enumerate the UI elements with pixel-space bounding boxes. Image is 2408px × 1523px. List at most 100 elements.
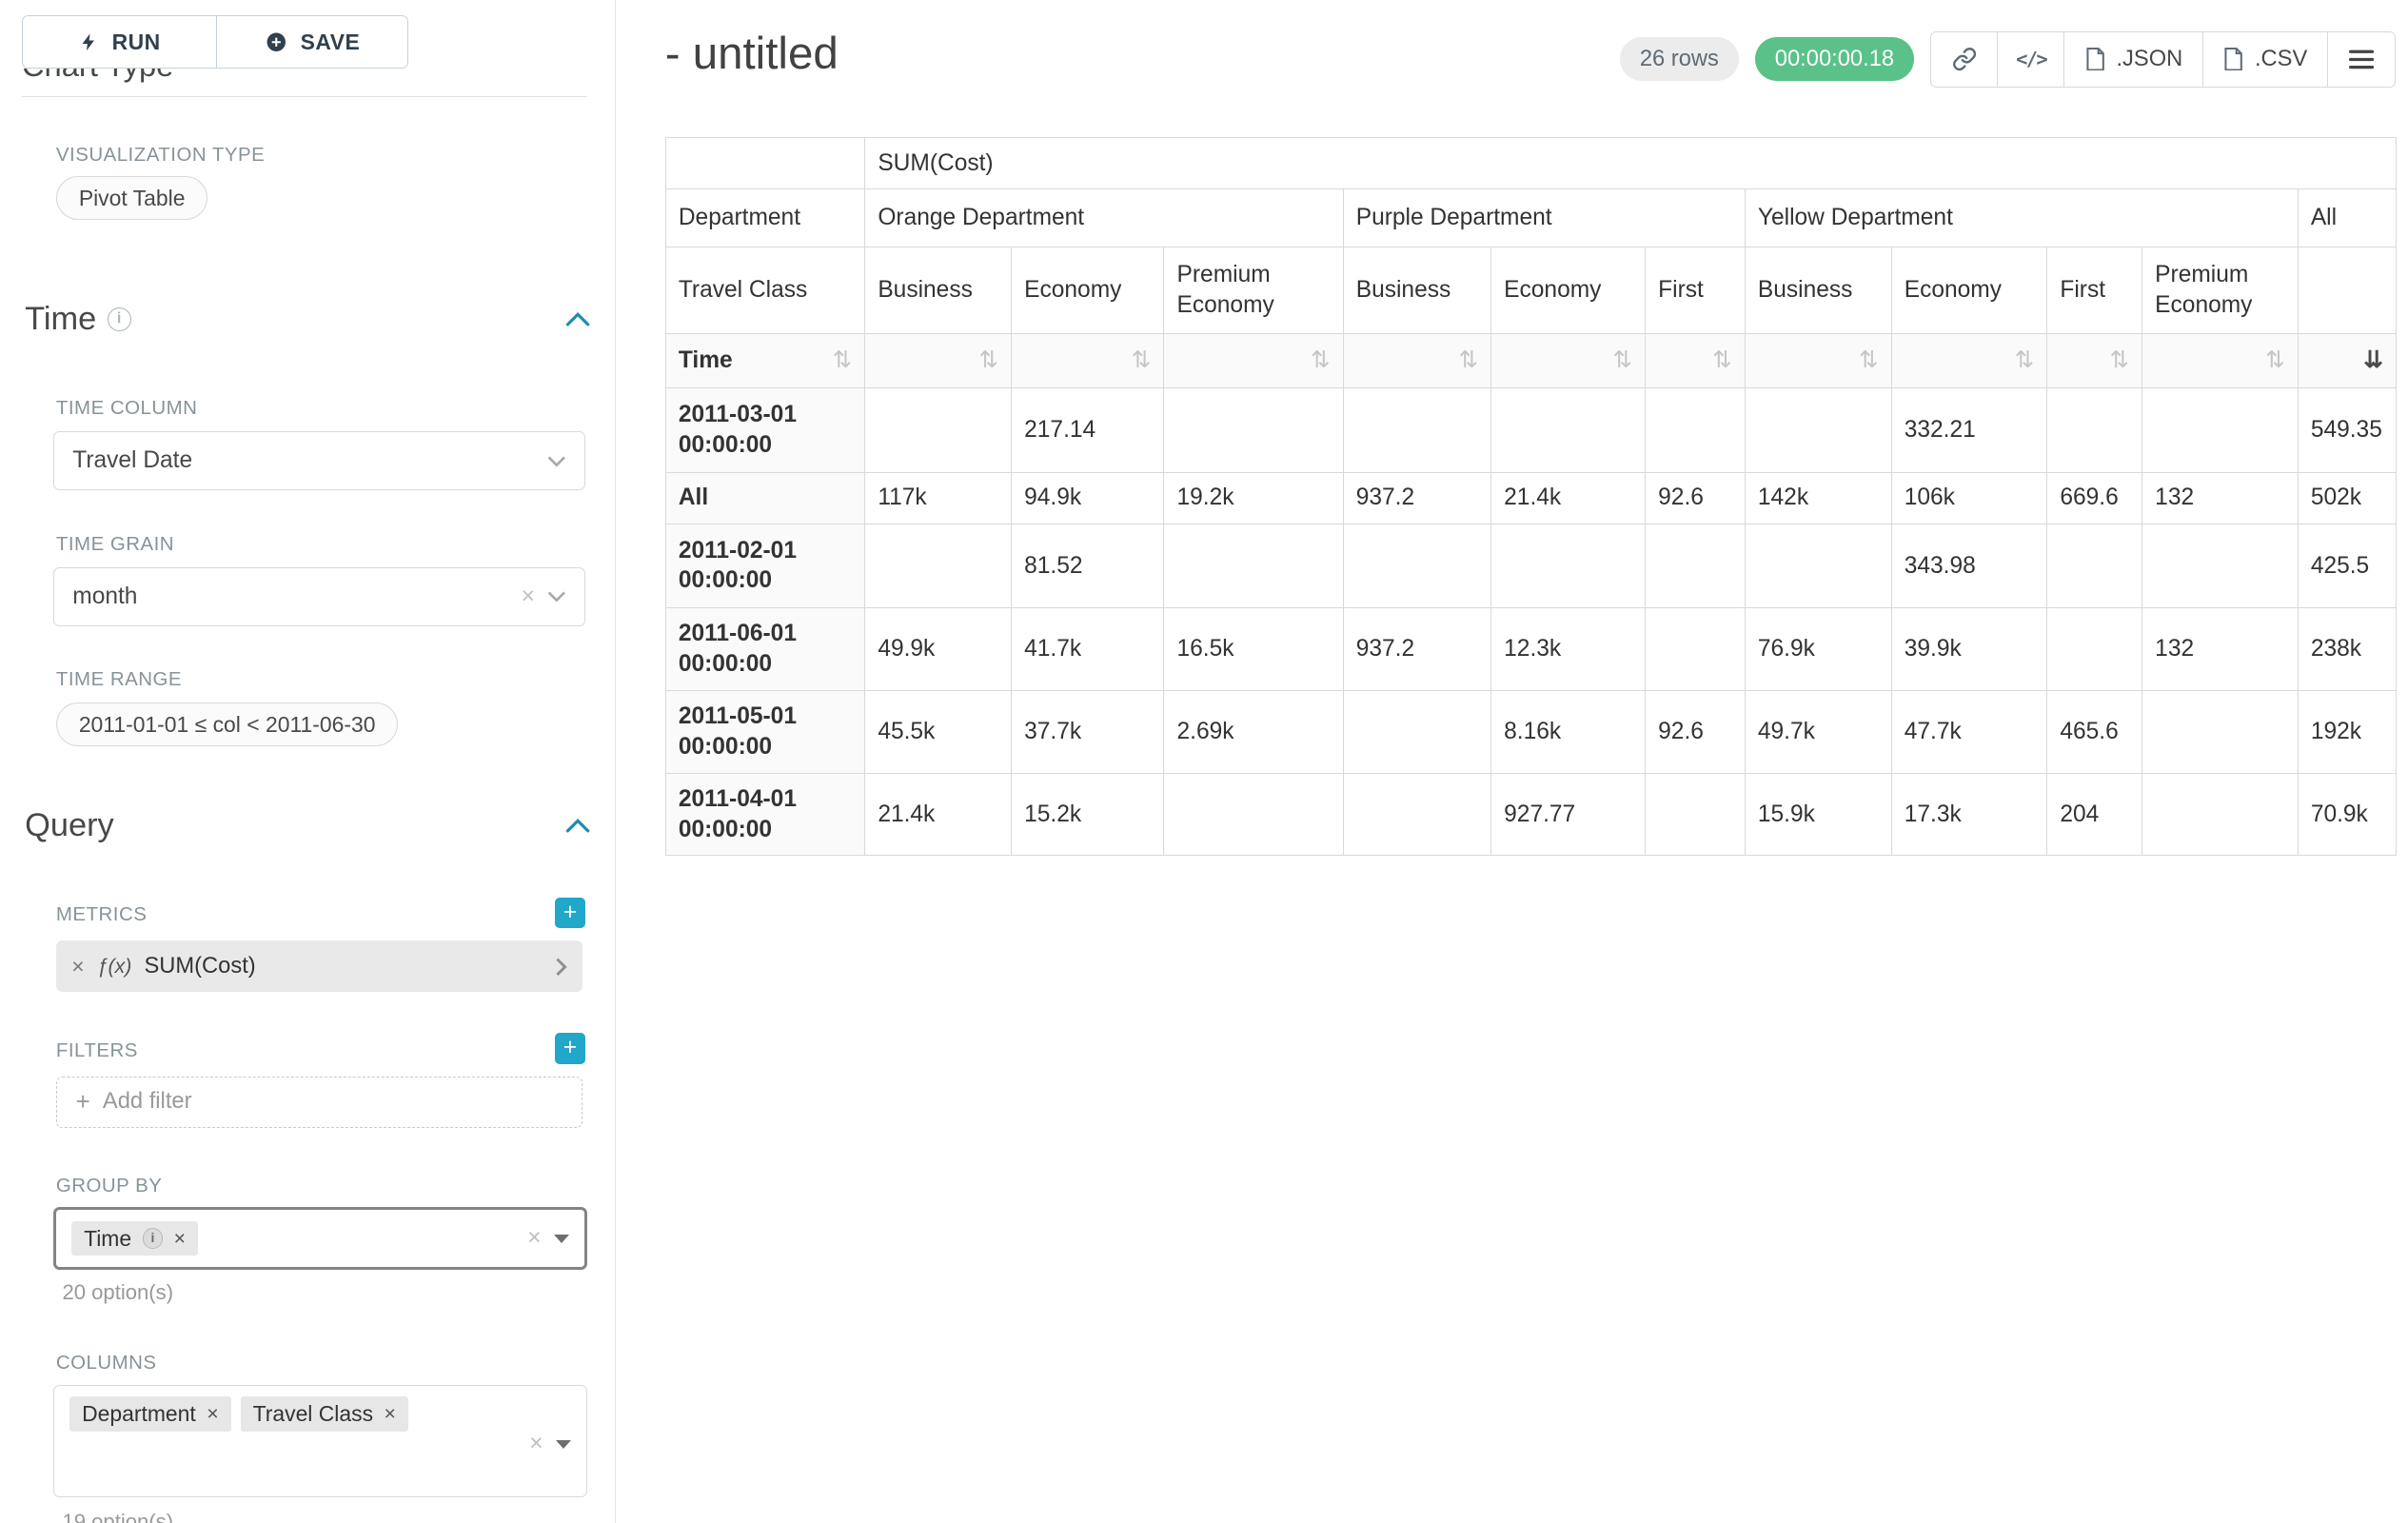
results-toolbar: 26 rows 00:00:00.18 </> bbox=[1620, 31, 2396, 88]
clear-icon[interactable]: × bbox=[522, 583, 535, 610]
pivot-cell bbox=[2142, 773, 2299, 856]
pivot-row-header: 2011-02-01 00:00:00 bbox=[665, 524, 864, 607]
save-button[interactable]: SAVE bbox=[216, 15, 407, 69]
dropdown-caret-icon[interactable] bbox=[556, 1440, 571, 1449]
sort-icon[interactable]: ⇅ bbox=[1458, 346, 1478, 376]
pivot-cell: 669.6 bbox=[2047, 472, 2142, 524]
remove-chip-icon[interactable]: × bbox=[174, 1227, 186, 1251]
pivot-cell: 502k bbox=[2298, 472, 2396, 524]
pivot-sort-cell: ⇊ bbox=[2298, 334, 2396, 388]
pivot-corner-cell bbox=[665, 138, 864, 189]
save-button-label: SAVE bbox=[301, 30, 361, 55]
visualization-type-label: VISUALIZATION TYPE bbox=[56, 144, 265, 167]
add-metric-button[interactable]: + bbox=[555, 898, 586, 929]
pivot-column-header: Business bbox=[865, 247, 1012, 334]
pivot-row-header: 2011-04-01 00:00:00 bbox=[665, 773, 864, 856]
pivot-column-header: Economy bbox=[1012, 247, 1164, 334]
columns-select[interactable]: Department × Travel Class × × bbox=[53, 1385, 587, 1497]
group-by-label: GROUP BY bbox=[56, 1175, 162, 1197]
pivot-cell bbox=[1343, 773, 1490, 856]
table-row: All117k94.9k19.2k937.221.4k92.6142k106k6… bbox=[665, 472, 2396, 524]
sort-icon[interactable]: ⇅ bbox=[1612, 346, 1632, 376]
time-section-header[interactable]: Time i bbox=[25, 301, 590, 338]
chevron-down-icon bbox=[547, 455, 566, 467]
pivot-cell: 76.9k bbox=[1745, 608, 1891, 691]
sort-icon[interactable]: ⇅ bbox=[1859, 346, 1879, 376]
menu-button[interactable] bbox=[2327, 31, 2396, 88]
columns-chip-label: Travel Class bbox=[253, 1401, 373, 1427]
metric-chip[interactable]: × ƒ(x) SUM(Cost) bbox=[56, 940, 582, 992]
sort-icon[interactable]: ⇅ bbox=[2015, 346, 2035, 376]
columns-chip[interactable]: Department × bbox=[69, 1396, 231, 1432]
time-range-pill[interactable]: 2011-01-01 ≤ col < 2011-06-30 bbox=[56, 702, 398, 746]
page-title[interactable]: - untitled bbox=[665, 28, 839, 80]
pivot-cell: 15.2k bbox=[1012, 773, 1164, 856]
pivot-cell bbox=[1745, 388, 1891, 472]
pivot-cell: 17.3k bbox=[1891, 773, 2047, 856]
plus-icon: + bbox=[76, 1087, 90, 1117]
group-by-select[interactable]: Time i × × bbox=[53, 1207, 587, 1269]
pivot-cell bbox=[1164, 388, 1343, 472]
pivot-table: SUM(Cost)DepartmentOrange DepartmentPurp… bbox=[665, 137, 2397, 856]
chevron-up-icon[interactable] bbox=[565, 311, 590, 326]
filters-label: FILTERS bbox=[56, 1039, 138, 1062]
pivot-col-dimension-header: Department bbox=[665, 189, 864, 247]
remove-chip-icon[interactable]: × bbox=[385, 1402, 396, 1426]
sort-desc-icon[interactable]: ⇊ bbox=[2363, 346, 2383, 376]
explore-page: Chart Type RUN SAVE VISUALIZATION TYPE bbox=[0, 0, 2408, 1523]
pivot-cell: 465.6 bbox=[2047, 690, 2142, 773]
caret-right-icon[interactable] bbox=[555, 958, 567, 977]
visualization-type-pill[interactable]: Pivot Table bbox=[56, 176, 207, 220]
columns-options-hint: 19 option(s) bbox=[62, 1510, 173, 1523]
pivot-sort-cell: ⇅ bbox=[1646, 334, 1746, 388]
pivot-cell: 15.9k bbox=[1745, 773, 1891, 856]
pivot-cell: 425.5 bbox=[2298, 524, 2396, 607]
sidebar-topbar: RUN SAVE bbox=[0, 0, 615, 69]
add-filter-placeholder: Add filter bbox=[103, 1089, 192, 1115]
function-icon: ƒ(x) bbox=[97, 955, 132, 979]
table-row: 2011-02-01 00:00:0081.52343.98425.5 bbox=[665, 524, 2396, 607]
export-csv-label: .CSV bbox=[2255, 47, 2307, 72]
sort-icon[interactable]: ⇅ bbox=[1311, 346, 1331, 376]
pivot-metric-header: SUM(Cost) bbox=[865, 138, 2397, 189]
group-by-chip[interactable]: Time i × bbox=[71, 1221, 198, 1256]
pivot-column-header: Premium Economy bbox=[2142, 247, 2299, 334]
run-button[interactable]: RUN bbox=[22, 15, 218, 69]
pivot-cell bbox=[2142, 524, 2299, 607]
sort-icon[interactable]: ⇅ bbox=[2109, 346, 2129, 376]
chevron-up-icon[interactable] bbox=[565, 818, 590, 833]
query-section-header[interactable]: Query bbox=[25, 807, 590, 844]
hamburger-menu-icon bbox=[2349, 49, 2374, 70]
add-filter-box[interactable]: + Add filter bbox=[56, 1077, 582, 1128]
view-query-button[interactable]: </> bbox=[1997, 31, 2065, 88]
add-filter-plus-button[interactable]: + bbox=[555, 1033, 586, 1064]
copy-link-button[interactable] bbox=[1930, 31, 1999, 88]
pivot-sort-cell: ⇅ bbox=[865, 334, 1012, 388]
pivot-column-header: Economy bbox=[1491, 247, 1646, 334]
export-json-button[interactable]: .JSON bbox=[2063, 31, 2203, 88]
sort-icon[interactable]: ⇅ bbox=[978, 346, 998, 376]
sort-icon[interactable]: ⇅ bbox=[1712, 346, 1732, 376]
clear-icon[interactable]: × bbox=[527, 1225, 541, 1252]
pivot-sort-cell: ⇅ bbox=[1745, 334, 1891, 388]
pivot-column-header: First bbox=[2047, 247, 2142, 334]
sort-icon[interactable]: ⇅ bbox=[833, 346, 853, 376]
columns-chip[interactable]: Travel Class × bbox=[241, 1396, 408, 1432]
time-column-select[interactable]: Travel Date bbox=[53, 431, 586, 490]
sort-icon[interactable]: ⇅ bbox=[2265, 346, 2285, 376]
metric-name: SUM(Cost) bbox=[144, 954, 255, 979]
pivot-cell bbox=[1164, 524, 1343, 607]
remove-chip-icon[interactable]: × bbox=[207, 1402, 218, 1426]
time-grain-select[interactable]: month × bbox=[53, 567, 586, 626]
table-row: 2011-05-01 00:00:0045.5k37.7k2.69k8.16k9… bbox=[665, 690, 2396, 773]
export-csv-button[interactable]: .CSV bbox=[2202, 31, 2329, 88]
remove-metric-icon[interactable]: × bbox=[71, 954, 84, 979]
pivot-cell bbox=[1646, 524, 1746, 607]
pivot-cell bbox=[1491, 524, 1646, 607]
clear-icon[interactable]: × bbox=[529, 1431, 543, 1457]
export-json-label: .JSON bbox=[2116, 47, 2182, 72]
link-icon bbox=[1952, 47, 1977, 71]
code-icon: </> bbox=[2016, 48, 2046, 70]
dropdown-caret-icon[interactable] bbox=[554, 1235, 569, 1243]
sort-icon[interactable]: ⇅ bbox=[1132, 346, 1152, 376]
